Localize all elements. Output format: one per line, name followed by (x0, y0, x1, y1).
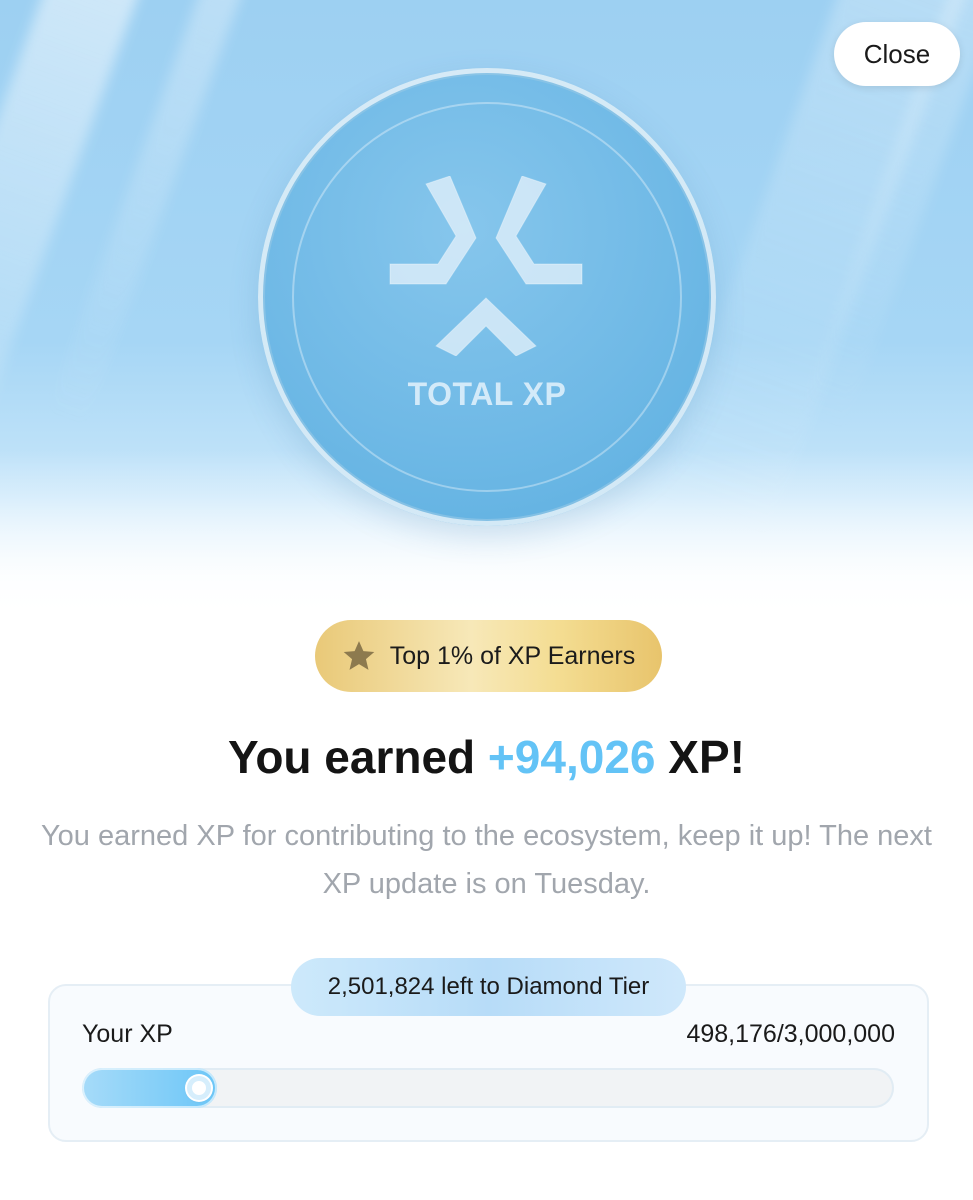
xp-progress-value: 498,176/3,000,000 (686, 1020, 895, 1048)
rank-badge: Top 1% of XP Earners (315, 620, 662, 692)
description-text: You earned XP for contributing to the ec… (41, 820, 932, 900)
earned-xp-amount: +94,026 (487, 731, 656, 783)
coin-label: TOTAL XP (407, 376, 567, 412)
headline-suffix: XP! (668, 731, 745, 783)
total-xp-coin: TOTAL XP (258, 68, 716, 526)
headline-prefix: You earned (228, 731, 476, 783)
star-icon (343, 641, 375, 670)
xp-logo-icon (389, 176, 583, 356)
tier-remaining-pill: 2,501,824 left to Diamond Tier (291, 958, 686, 1016)
your-xp-label: Your XP (82, 1020, 173, 1048)
close-button[interactable]: Close (834, 22, 960, 86)
badge-text: Top 1% of XP Earners (389, 641, 636, 670)
earned-headline: You earned +94,026 XP! (0, 730, 973, 784)
xp-progress-knob (186, 1076, 211, 1100)
